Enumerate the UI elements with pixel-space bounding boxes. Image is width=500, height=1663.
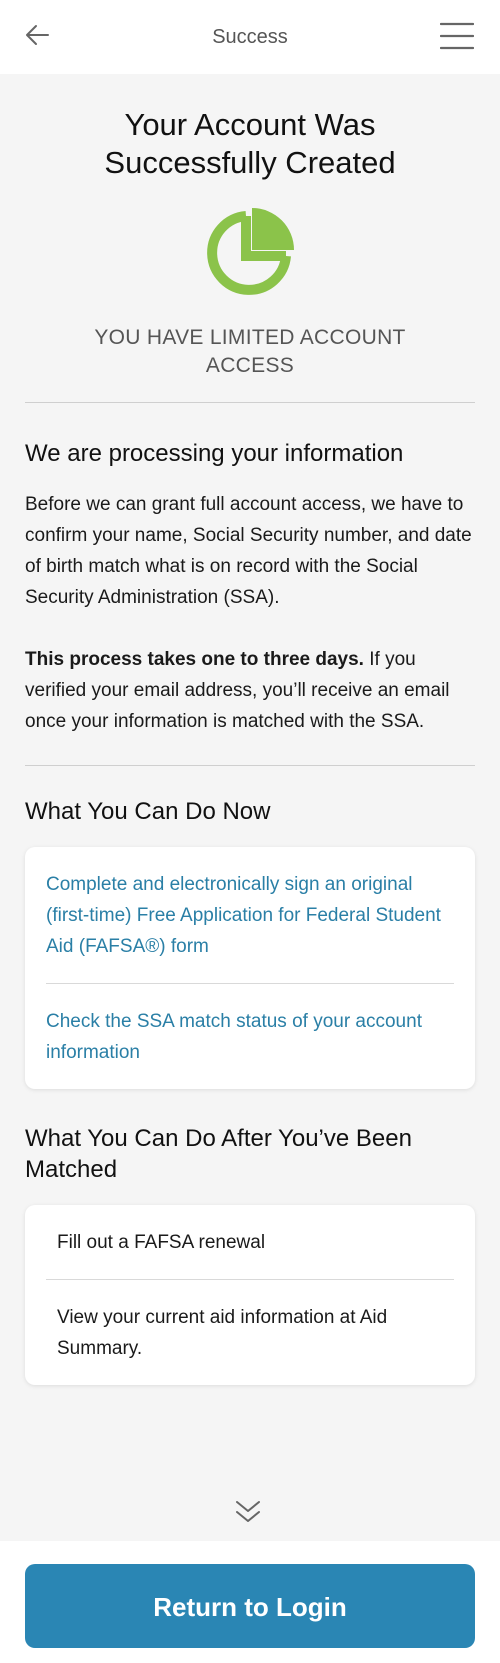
- double-chevron-down-icon: [236, 1501, 260, 1522]
- hamburger-menu-icon: [439, 22, 475, 50]
- after-matched-heading: What You Can Do After You’ve Been Matche…: [25, 1125, 412, 1183]
- processing-heading: We are processing your information: [25, 440, 404, 467]
- can-do-now-card: Complete and electronically sign an orig…: [25, 847, 475, 1089]
- list-item: Fill out a FAFSA renewal: [57, 1232, 266, 1253]
- divider: [25, 765, 475, 766]
- access-status-text: YOU HAVE LIMITED ACCOUNT ACCESS: [94, 326, 406, 377]
- after-matched-card: Fill out a FAFSA renewal View your curre…: [25, 1205, 475, 1385]
- footer-bar: Return to Login: [0, 1541, 500, 1663]
- pie-chart-icon: [207, 208, 294, 295]
- page-title: Your Account Was Successfully Created: [104, 107, 396, 180]
- return-to-login-button[interactable]: Return to Login: [25, 1564, 475, 1648]
- list-item: View your current aid information at Aid…: [46, 1279, 454, 1385]
- divider: [25, 402, 475, 403]
- ssa-status-link[interactable]: Check the SSA match status of your accou…: [46, 983, 454, 1089]
- status-graphic: [0, 204, 500, 300]
- header-title: Success: [212, 26, 288, 48]
- top-nav-bar: Success: [0, 0, 500, 74]
- can-do-now-heading: What You Can Do Now: [25, 798, 271, 825]
- fafsa-link[interactable]: Complete and electronically sign an orig…: [46, 847, 454, 983]
- main-content: Your Account Was Successfully Created YO…: [0, 74, 500, 1385]
- processing-duration-bold: This process takes one to three days.: [25, 649, 364, 670]
- menu-button[interactable]: [439, 22, 475, 50]
- scroll-down-button[interactable]: [234, 1499, 262, 1525]
- scroll-indicator: [0, 1483, 500, 1541]
- processing-paragraph: Before we can grant full account access,…: [25, 494, 472, 608]
- processing-duration-paragraph: This process takes one to three days. If…: [25, 644, 475, 737]
